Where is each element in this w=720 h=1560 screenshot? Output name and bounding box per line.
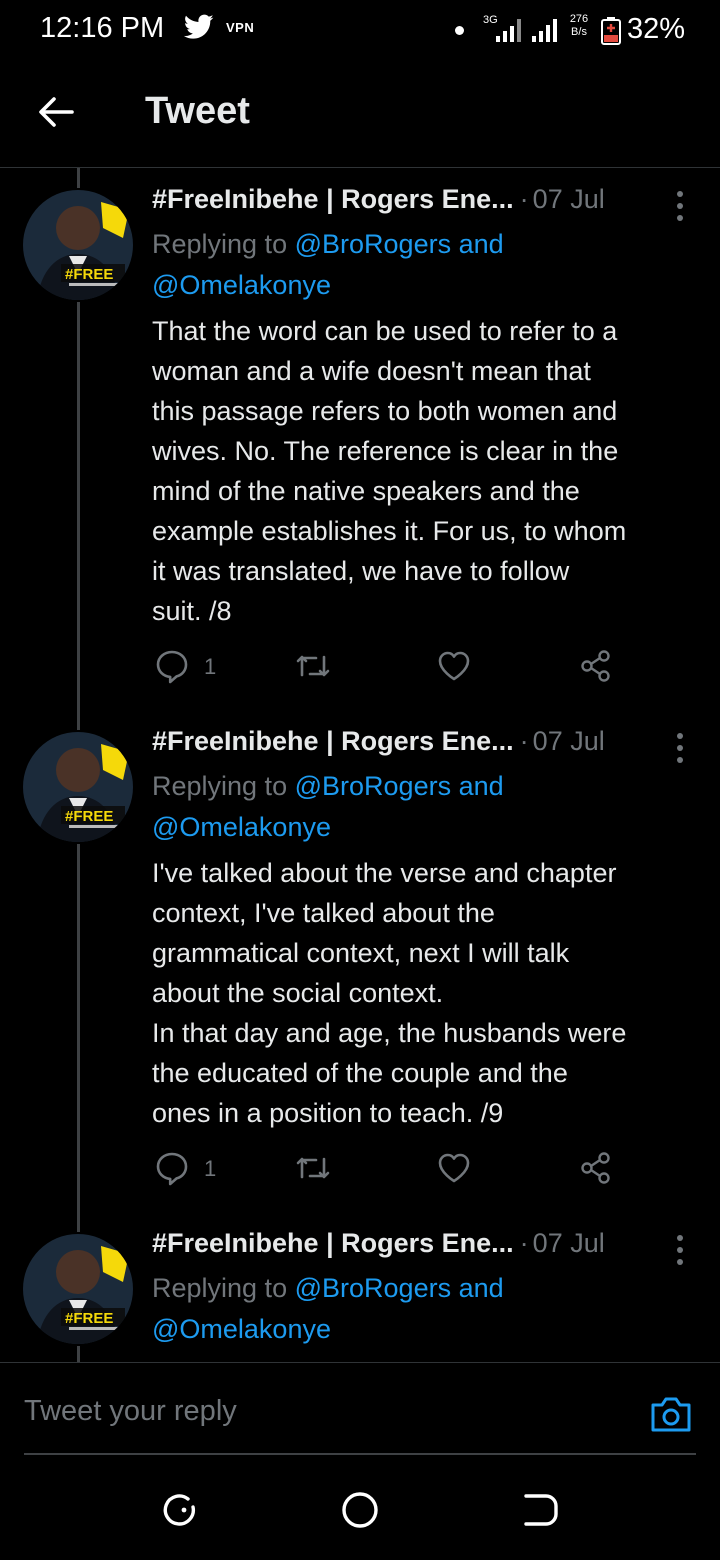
tweet-thread: #FREE #FreeInibehe | Rogers Ene... · 07 Ju… xyxy=(0,168,720,1362)
reply-icon xyxy=(156,1152,188,1186)
home-icon[interactable] xyxy=(340,1490,380,1530)
replying-prefix: Replying to xyxy=(152,229,288,259)
avatar-image: #FREE xyxy=(23,1234,133,1344)
replying-to: Replying to @BroRogers and @Omelakonye xyxy=(152,224,692,306)
retweet-button[interactable] xyxy=(294,1150,334,1190)
tweet-header: #FreeInibehe | Rogers Ene... · 07 Jul xyxy=(152,184,692,224)
reply-icon xyxy=(156,650,188,684)
retweet-icon xyxy=(296,655,330,677)
tweet-date[interactable]: 07 Jul xyxy=(533,184,605,214)
tweet[interactable]: #FREE #FreeInibehe | Rogers Ene... · 07 Ju… xyxy=(0,1212,720,1362)
share-icon xyxy=(581,1152,610,1184)
battery-percent: 32% xyxy=(627,13,686,45)
retweet-icon xyxy=(296,1157,330,1179)
vpn-indicator: VPN xyxy=(226,20,255,35)
author-name[interactable]: #FreeInibehe | Rogers Ene... xyxy=(152,184,514,214)
dot-separator: · xyxy=(519,1228,529,1258)
system-nav-bar xyxy=(0,1460,720,1560)
camera-icon[interactable] xyxy=(650,1395,692,1433)
avatar[interactable]: #FREE xyxy=(23,1234,133,1344)
mention-link[interactable]: @Omelakonye xyxy=(152,812,331,842)
reply-divider xyxy=(24,1453,696,1455)
dot-separator: · xyxy=(519,726,529,756)
reply-input[interactable] xyxy=(24,1391,624,1431)
author-name[interactable]: #FreeInibehe | Rogers Ene... xyxy=(152,1228,514,1258)
reply-count: 1 xyxy=(204,654,217,679)
like-button[interactable] xyxy=(436,1150,476,1190)
tweet[interactable]: #FREE #FreeInibehe | Rogers Ene... · 07 Ju… xyxy=(0,710,720,1212)
mention-link[interactable]: @Omelakonye xyxy=(152,1314,331,1344)
svg-text:#FREE: #FREE xyxy=(65,808,113,825)
retweet-button[interactable] xyxy=(294,648,334,688)
notification-dot xyxy=(455,26,464,35)
tweet-date[interactable]: 07 Jul xyxy=(533,1228,605,1258)
replying-to: Replying to @BroRogers and @Omelakonye xyxy=(152,1268,692,1350)
mention-link[interactable]: @Omelakonye xyxy=(152,270,331,300)
page-title: Tweet xyxy=(145,90,250,132)
reply-composer xyxy=(0,1362,720,1455)
svg-text:#FREE: #FREE xyxy=(65,266,113,283)
tweet-header: #FreeInibehe | Rogers Ene... · 07 Jul xyxy=(152,726,692,766)
svg-text:#FREE: #FREE xyxy=(65,1310,113,1327)
avatar-image: #FREE xyxy=(23,190,133,300)
more-options-icon[interactable] xyxy=(668,1232,692,1268)
mention-link[interactable]: @BroRogers and xyxy=(295,229,504,259)
heart-icon xyxy=(438,1153,470,1183)
replying-prefix: Replying to xyxy=(152,771,288,801)
speed-value: 276 xyxy=(569,13,589,25)
network-speed: 276 B/s xyxy=(566,13,592,39)
tweet-date[interactable]: 07 Jul xyxy=(533,726,605,756)
tweet-text: That the word can be used to refer to a … xyxy=(152,316,627,626)
app-header: Tweet xyxy=(0,62,720,168)
tweet-actions: 1 xyxy=(152,648,672,688)
dot-separator: · xyxy=(519,184,529,214)
like-button[interactable] xyxy=(436,648,476,688)
back-arrow-icon[interactable] xyxy=(34,90,78,134)
twitter-icon xyxy=(184,14,214,39)
status-bar: 12:16 PM VPN 3G 276 B/s 32% xyxy=(0,0,720,62)
avatar-image: #FREE xyxy=(23,732,133,842)
mention-link[interactable]: @BroRogers and xyxy=(295,771,504,801)
more-options-icon[interactable] xyxy=(668,188,692,224)
tweet[interactable]: #FREE #FreeInibehe | Rogers Ene... · 07 Ju… xyxy=(0,168,720,710)
recents-icon[interactable] xyxy=(160,1490,200,1530)
avatar[interactable]: #FREE xyxy=(23,732,133,842)
replying-prefix: Replying to xyxy=(152,1273,288,1303)
status-time: 12:16 PM xyxy=(40,12,165,44)
share-button[interactable] xyxy=(578,1150,618,1190)
tweet-text: I've talked about the verse and chapter … xyxy=(152,858,627,1128)
reply-count: 1 xyxy=(204,1156,217,1181)
tweet-actions: 1 xyxy=(152,1150,672,1190)
reply-button[interactable]: 1 xyxy=(154,1150,234,1190)
speed-unit: B/s xyxy=(571,26,587,38)
avatar[interactable]: #FREE xyxy=(23,190,133,300)
author-name[interactable]: #FreeInibehe | Rogers Ene... xyxy=(152,726,514,756)
share-button[interactable] xyxy=(578,648,618,688)
more-options-icon[interactable] xyxy=(668,730,692,766)
share-icon xyxy=(581,650,610,682)
heart-icon xyxy=(438,651,470,681)
mention-link[interactable]: @BroRogers and xyxy=(295,1273,504,1303)
replying-to: Replying to @BroRogers and @Omelakonye xyxy=(152,766,692,848)
battery-icon xyxy=(601,17,621,45)
reply-button[interactable]: 1 xyxy=(154,648,234,688)
tweet-header: #FreeInibehe | Rogers Ene... · 07 Jul xyxy=(152,1228,692,1268)
signal-icon xyxy=(496,19,557,42)
back-nav-icon[interactable] xyxy=(520,1490,560,1530)
